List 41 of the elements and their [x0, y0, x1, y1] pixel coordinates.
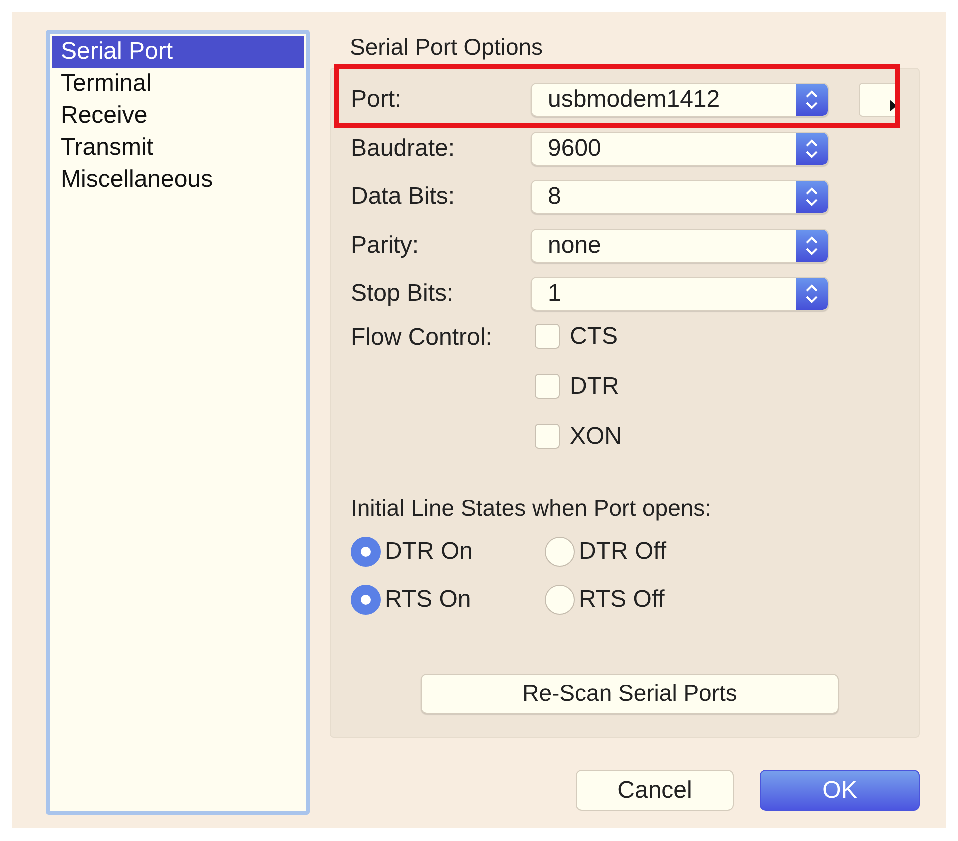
checkbox-label: DTR	[570, 372, 620, 400]
popup-menu[interactable]: none	[531, 228, 829, 262]
section-label: Initial Line States when Port opens:	[351, 494, 713, 522]
popup-menu[interactable]: usbmodem1412	[531, 83, 829, 117]
stepper-icon	[796, 84, 828, 116]
radio-button[interactable]	[545, 536, 575, 566]
sidebar-item[interactable]: Serial Port	[52, 36, 304, 68]
popup-menu[interactable]: 1	[531, 277, 829, 311]
group-title: Serial Port Options	[349, 34, 544, 62]
field-label: Stop Bits:	[351, 280, 455, 308]
popup-menu[interactable]: 9600	[531, 132, 829, 166]
sidebar-item[interactable]: Receive	[52, 100, 304, 132]
cancel-button[interactable]: Cancel	[576, 770, 734, 811]
field-label: Port:	[351, 86, 403, 114]
field-label: Data Bits:	[351, 183, 456, 211]
checkbox[interactable]	[535, 424, 560, 449]
radio-button[interactable]	[351, 536, 381, 566]
radio-label: DTR On	[385, 538, 474, 566]
stepper-icon	[796, 278, 828, 310]
checkbox-label: XON	[570, 422, 622, 450]
checkbox[interactable]	[535, 324, 560, 349]
field-label: Baudrate:	[351, 134, 456, 162]
checkbox-label: CTS	[570, 322, 618, 350]
radio-label: DTR Off	[579, 538, 667, 566]
rescan-button[interactable]: Re-Scan Serial Ports	[421, 674, 839, 714]
checkbox[interactable]	[535, 374, 560, 399]
radio-label: RTS On	[385, 586, 472, 614]
sidebar-item[interactable]: Terminal	[52, 68, 304, 100]
field-label: Flow Control:	[351, 324, 494, 352]
field-label: Parity:	[351, 232, 420, 260]
radio-button[interactable]	[351, 584, 381, 614]
sidebar-item[interactable]: Transmit	[52, 132, 304, 164]
popup-menu[interactable]: 8	[531, 180, 829, 214]
triangle-icon	[890, 100, 898, 112]
radio-label: RTS Off	[579, 586, 665, 614]
ok-button[interactable]: OK	[760, 770, 920, 811]
sidebar-item[interactable]: Miscellaneous	[52, 164, 304, 196]
stepper-icon	[796, 230, 828, 262]
stepper-icon	[796, 132, 828, 164]
radio-button[interactable]	[545, 584, 575, 614]
stepper-icon	[796, 181, 828, 213]
